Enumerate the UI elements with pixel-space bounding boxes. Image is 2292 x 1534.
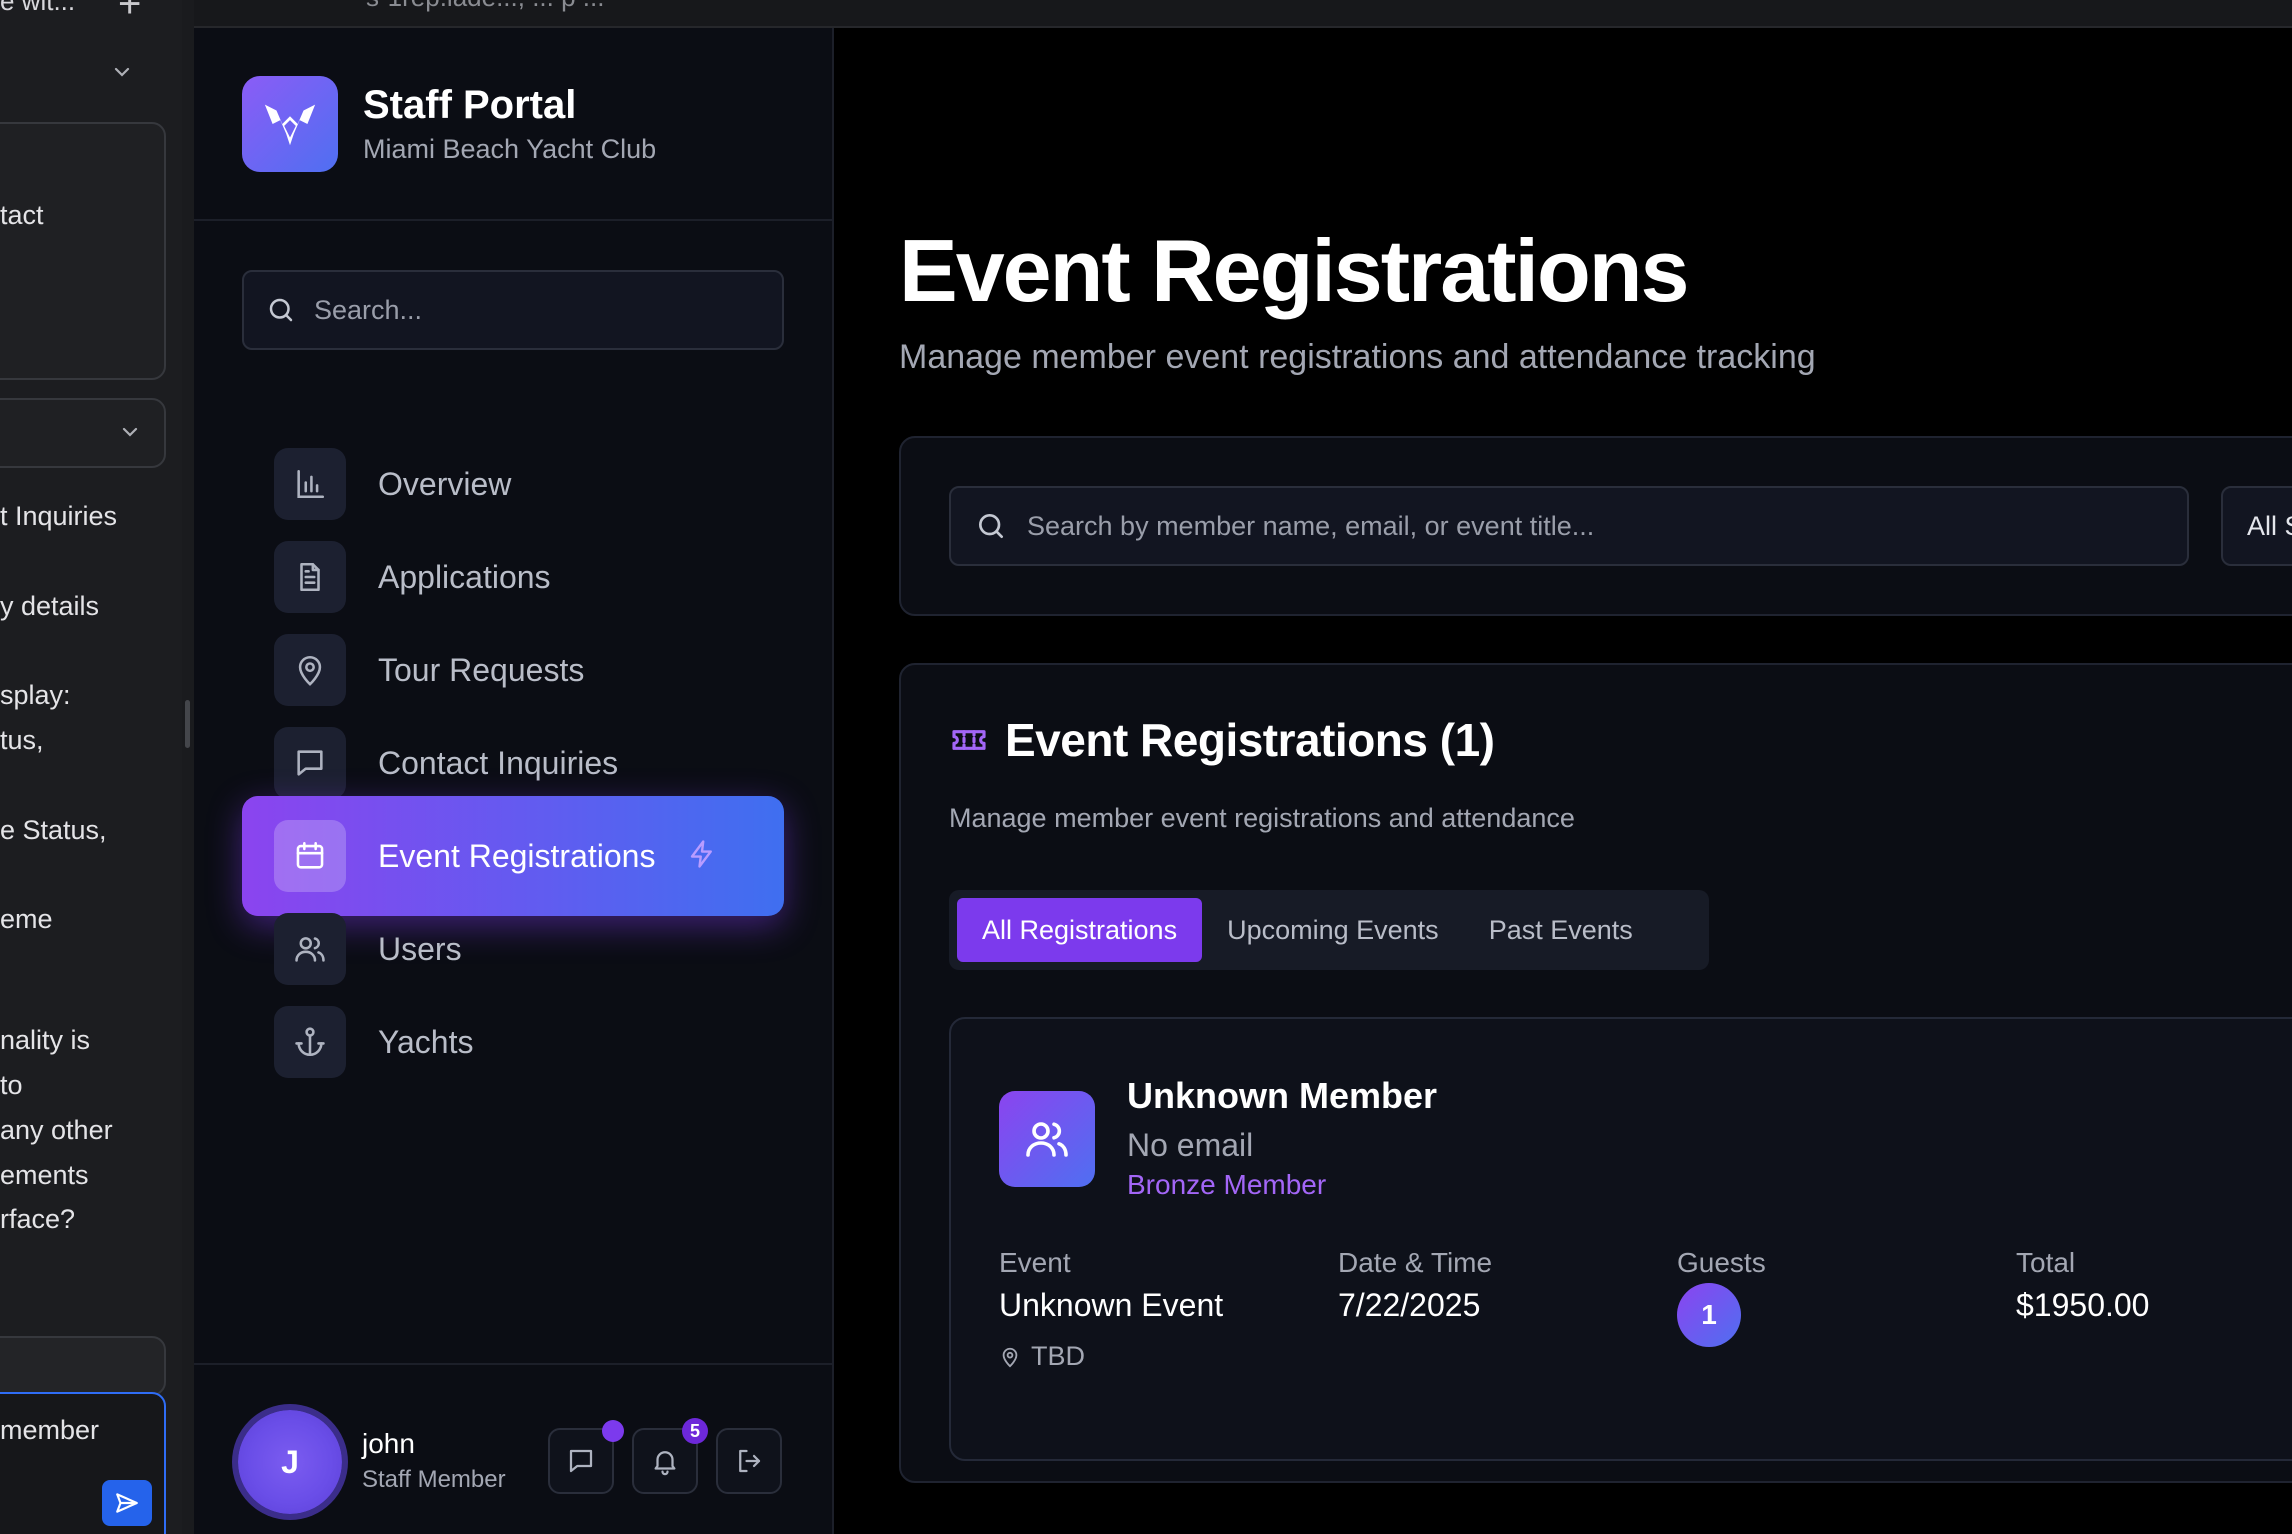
send-icon <box>116 1493 138 1513</box>
guest-count-badge: 1 <box>1677 1283 1741 1347</box>
guests-label: Guests <box>1677 1247 1766 1278</box>
registrations-title: Event Registrations (1) <box>1005 714 1495 766</box>
chevron-down-icon[interactable] <box>110 60 134 89</box>
message-icon <box>274 727 346 799</box>
registrations-card: Event Registrations (1) Manage member ev… <box>899 663 2292 1483</box>
divider <box>194 1363 832 1365</box>
send-button[interactable] <box>102 1480 152 1526</box>
chat-text-line: splay: <box>0 680 71 710</box>
browser-address-bar: s-1rep.iade..., ... p ... <box>194 0 2292 28</box>
unread-dot <box>602 1420 624 1442</box>
divider <box>194 219 832 221</box>
page-title: Event Registrations <box>899 221 1689 320</box>
chat-text-line: ements <box>0 1160 89 1190</box>
sidebar-item-label: Tour Requests <box>378 651 585 688</box>
bell-icon <box>654 1451 676 1476</box>
chat-text-line: tus, <box>0 725 44 755</box>
registration-tabs: All Registrations Upcoming Events Past E… <box>949 890 1709 970</box>
tab-upcoming-events[interactable]: Upcoming Events <box>1202 898 1464 962</box>
panel-divider <box>182 0 194 1534</box>
document-icon <box>274 541 346 613</box>
bar-chart-icon <box>274 448 346 520</box>
sidebar-item-label: Event Registrations <box>378 837 656 874</box>
event-date: 7/22/2025 <box>1338 1287 1481 1323</box>
brand-title: Staff Portal <box>363 83 577 127</box>
total-amount: $1950.00 <box>2016 1287 2150 1323</box>
chat-text-line: e Status, <box>0 815 107 845</box>
bolt-icon <box>687 839 717 874</box>
event-location: TBD <box>999 1341 1085 1372</box>
member-name: Unknown Member <box>1127 1075 1438 1116</box>
notification-count-badge: 5 <box>682 1418 708 1444</box>
member-email: No email <box>1127 1127 1254 1163</box>
registration-search-input[interactable]: Search by member name, email, or event t… <box>1027 511 1594 542</box>
chat-message-card <box>0 122 166 380</box>
chat-text-line: rface? <box>0 1204 76 1234</box>
brand-logo-icon <box>242 76 338 172</box>
chat-text-line: to <box>0 1070 23 1100</box>
messages-button[interactable] <box>548 1420 624 1494</box>
chat-input-text[interactable]: member <box>0 1408 99 1453</box>
users-icon <box>1026 1122 1068 1157</box>
user-role: Staff Member <box>362 1466 506 1493</box>
ticket-icon <box>952 730 986 750</box>
main-content: Event Registrations Manage member event … <box>836 28 2292 1534</box>
datetime-label: Date & Time <box>1338 1247 1493 1278</box>
total-label: Total <box>2016 1247 2076 1278</box>
sidebar-item-label: Overview <box>378 465 512 502</box>
chat-text-line: nality is <box>0 1025 91 1055</box>
filter-card: Search by member name, email, or event t… <box>899 436 2292 616</box>
users-icon <box>274 913 346 985</box>
registrations-subtitle: Manage member event registrations and at… <box>949 803 1575 833</box>
url-text[interactable]: s-1rep.iade..., ... p ... <box>366 0 604 13</box>
map-pin-icon <box>274 634 346 706</box>
event-location-text: TBD <box>1031 1341 1085 1371</box>
tab-past-events[interactable]: Past Events <box>1464 898 1658 962</box>
chat-text-line: t Inquiries <box>0 501 118 531</box>
chat-text-line: eme <box>0 904 53 934</box>
member-avatar <box>999 1091 1095 1187</box>
brand-subtitle: Miami Beach Yacht Club <box>363 134 657 164</box>
sidebar-search-input[interactable]: Search... <box>314 295 422 326</box>
calendar-icon <box>274 820 346 892</box>
sidebar-search[interactable]: Search... <box>242 270 784 350</box>
app-sidebar: Staff Portal Miami Beach Yacht Club Sear… <box>194 28 834 1534</box>
brand: Staff Portal Miami Beach Yacht Club <box>242 76 656 172</box>
logout-icon <box>739 1449 761 1473</box>
anchor-icon <box>274 1006 346 1078</box>
chat-text-line: y details <box>0 591 100 621</box>
search-icon <box>979 514 1003 538</box>
status-filter-select[interactable]: All Status <box>2221 486 2292 566</box>
new-chat-plus-icon[interactable]: + <box>118 0 141 27</box>
page-subtitle: Manage member event registrations and at… <box>899 338 1816 376</box>
logout-button[interactable] <box>716 1428 782 1494</box>
sidebar-item-label: Applications <box>378 558 551 595</box>
message-icon <box>569 1449 593 1473</box>
registration-card[interactable]: Unknown Member No email Bronze Member Ev… <box>949 1017 2292 1461</box>
resize-handle[interactable] <box>185 700 190 748</box>
chevron-down-icon[interactable] <box>118 420 142 449</box>
user-name: john <box>362 1428 415 1459</box>
sidebar-item-yachts[interactable]: Yachts <box>242 982 784 1102</box>
notifications-button[interactable]: 5 <box>632 1418 708 1494</box>
chat-text-line: tact <box>0 200 44 230</box>
chat-title: e wit... <box>0 0 76 16</box>
chat-panel: e wit... + tact t Inquiries y details sp… <box>0 0 182 1534</box>
sidebar-item-label: Users <box>378 930 462 967</box>
tab-all-registrations[interactable]: All Registrations <box>957 898 1203 962</box>
chat-attachment-strip <box>0 1336 166 1396</box>
event-label: Event <box>999 1247 1071 1278</box>
chat-text-line: any other <box>0 1115 113 1145</box>
event-name: Unknown Event <box>999 1287 1224 1323</box>
map-pin-icon <box>1002 1347 1018 1367</box>
sidebar-item-label: Yachts <box>378 1023 474 1060</box>
member-tier: Bronze Member <box>1127 1169 1327 1200</box>
registration-search[interactable]: Search by member name, email, or event t… <box>949 486 2189 566</box>
user-avatar[interactable]: J <box>238 1410 342 1514</box>
search-icon <box>269 298 293 322</box>
sidebar-item-label: Contact Inquiries <box>378 744 619 781</box>
